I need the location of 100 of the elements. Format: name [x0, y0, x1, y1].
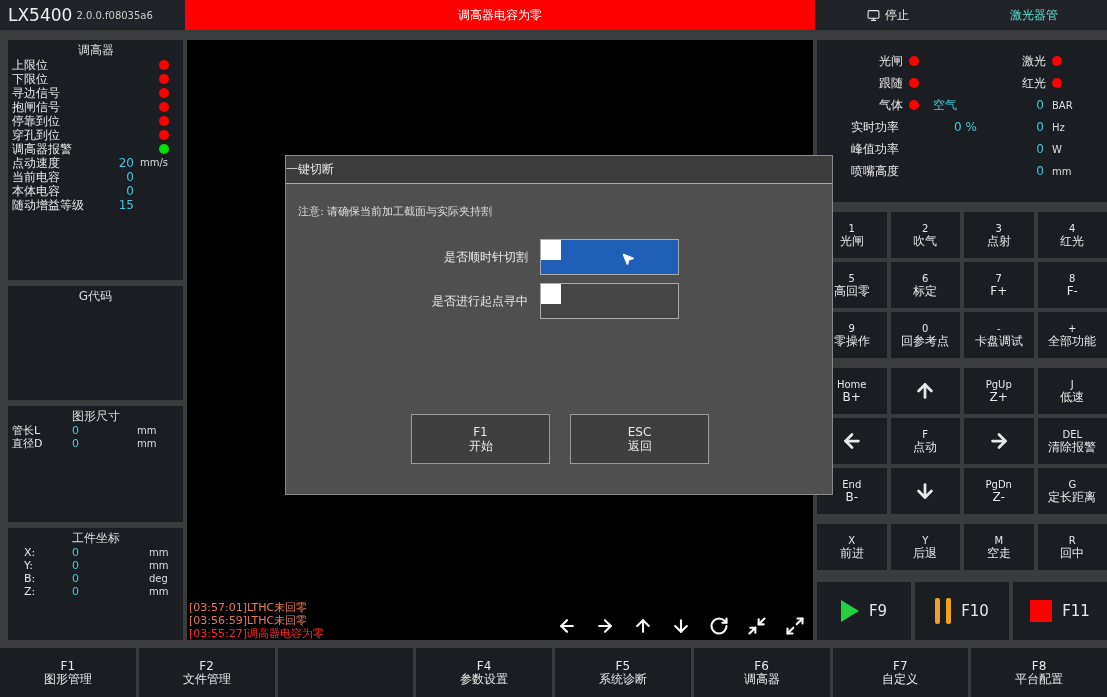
- arrow-key[interactable]: [890, 368, 960, 414]
- signal-label: 穿孔到位: [12, 128, 60, 142]
- reading-value: 0: [1035, 164, 1045, 178]
- gas-medium: 空气: [933, 96, 957, 114]
- size-label: 直径D: [12, 437, 44, 450]
- toggle-switch[interactable]: [540, 239, 679, 275]
- rotate-icon[interactable]: [709, 616, 729, 636]
- stop-button[interactable]: F11: [1013, 582, 1107, 640]
- function-button[interactable]: F5 系统诊断: [555, 648, 691, 697]
- keypad-key[interactable]: X 前进: [817, 524, 887, 570]
- size-value: 0: [72, 424, 80, 437]
- axis-label: Y:: [24, 559, 34, 572]
- function-button[interactable]: F7 自定义: [832, 648, 969, 697]
- axis-unit: deg: [149, 572, 169, 585]
- reading-label: 实时功率: [851, 118, 900, 136]
- reading-label: 峰值功率: [851, 140, 900, 158]
- keypad-key[interactable]: 7 F+: [964, 262, 1034, 308]
- param-label: 本体电容: [12, 184, 61, 198]
- lamp-label: 激光: [1021, 52, 1047, 70]
- size-unit: mm: [137, 437, 158, 450]
- size-label: 管长L: [12, 424, 42, 437]
- axis-value: 0: [72, 572, 80, 585]
- keypad-key[interactable]: Y 后退: [890, 524, 960, 570]
- zoom-in-icon[interactable]: [785, 616, 805, 636]
- size-value: 0: [72, 437, 80, 450]
- dialog-button[interactable]: ESC 返回: [570, 414, 709, 464]
- axis-value: 0: [72, 585, 80, 598]
- version-label: 2.0.0.f08035a6: [76, 9, 153, 21]
- play-icon: [840, 600, 859, 622]
- keypad-key[interactable]: M 空走: [964, 524, 1034, 570]
- panel-title: G代码: [77, 289, 114, 304]
- reading-value: 0: [1035, 120, 1045, 134]
- product-name: LX5400: [8, 5, 73, 25]
- pointer-icon: [621, 252, 635, 266]
- reading-percent: 0 %: [954, 120, 978, 134]
- signal-label: 停靠到位: [12, 114, 60, 128]
- keypad-key[interactable]: + 全部功能: [1037, 312, 1107, 358]
- arrow-key[interactable]: [964, 418, 1034, 464]
- stop-icon: [1030, 600, 1053, 622]
- keypad-key[interactable]: 0 回参考点: [890, 312, 960, 358]
- keypad-key[interactable]: F 点动: [890, 418, 960, 464]
- log-message: [03:55:27]调高器电容为零: [189, 627, 324, 640]
- function-button[interactable]: F6 调高器: [693, 648, 830, 697]
- function-button[interactable]: F4 参数设置: [416, 648, 552, 697]
- monitor-icon: [866, 8, 880, 22]
- right-arrow-icon[interactable]: [595, 616, 615, 636]
- lamp-label: 光闸: [878, 52, 904, 70]
- keypad-key[interactable]: 8 F-: [1037, 262, 1107, 308]
- keypad-key[interactable]: R 回中: [1037, 524, 1107, 570]
- function-button[interactable]: F1 图形管理: [0, 648, 136, 697]
- pause-icon: [935, 598, 952, 624]
- signal-label: 下限位: [12, 72, 48, 86]
- state-label: 停止: [884, 6, 909, 24]
- keypad-key[interactable]: 3 点射: [964, 212, 1034, 258]
- reading-unit: W: [1052, 143, 1063, 155]
- param-value: 0: [125, 184, 135, 198]
- reading-unit: Hz: [1052, 121, 1066, 133]
- signal-label: 抱闸信号: [12, 100, 60, 114]
- param-value: 15: [117, 198, 135, 212]
- panel-title: 图形尺寸: [70, 409, 121, 424]
- keypad-key[interactable]: PgUp Z+: [964, 368, 1034, 414]
- reading-label: 喷嘴高度: [851, 162, 900, 180]
- param-label: 点动速度: [12, 156, 61, 170]
- gas-unit: BAR: [1052, 99, 1074, 111]
- param-value: 20: [117, 156, 135, 170]
- axis-label: Z:: [24, 585, 37, 598]
- keypad-key[interactable]: J 低速: [1037, 368, 1107, 414]
- param-label: 当前电容: [12, 170, 61, 184]
- axis-label: X:: [24, 546, 37, 559]
- keypad-key[interactable]: 6 标定: [890, 262, 960, 308]
- option-label: 是否顺时针切割: [443, 248, 529, 266]
- pause-button[interactable]: F10: [915, 582, 1009, 640]
- arrow-key[interactable]: [890, 468, 960, 514]
- keypad-key[interactable]: - 卡盘调试: [964, 312, 1034, 358]
- keypad-key[interactable]: PgDn Z-: [964, 468, 1034, 514]
- option-label: 是否进行起点寻中: [431, 292, 529, 310]
- notice-text: 注意: 请确保当前加工截面与实际夹持割: [298, 204, 494, 219]
- function-button[interactable]: F8 平台配置: [971, 648, 1107, 697]
- play-button[interactable]: F9: [817, 582, 911, 640]
- dialog-button[interactable]: F1 开始: [411, 414, 550, 464]
- keypad-key[interactable]: 2 吹气: [890, 212, 960, 258]
- panel-title: 调高器: [76, 43, 115, 58]
- param-unit: mm/s: [140, 156, 170, 170]
- dialog-title: 一键切断: [286, 156, 832, 184]
- keypad-key[interactable]: DEL 清除报警: [1037, 418, 1107, 464]
- keypad-key[interactable]: 4 红光: [1037, 212, 1107, 258]
- function-button[interactable]: F2 文件管理: [138, 648, 275, 697]
- lamp-label: 红光: [1021, 74, 1047, 92]
- axis-unit: mm: [149, 585, 170, 598]
- log-message: [03:56:59]LTHC未回零: [189, 614, 309, 627]
- axis-unit: mm: [149, 546, 170, 559]
- down-arrow-icon[interactable]: [671, 616, 691, 636]
- zoom-out-icon[interactable]: [747, 616, 767, 636]
- keypad-key[interactable]: G 定长距离: [1037, 468, 1107, 514]
- param-value: 0: [125, 170, 135, 184]
- gas-label: 气体: [878, 96, 904, 114]
- axis-label: B:: [24, 572, 37, 585]
- size-unit: mm: [137, 424, 158, 437]
- toggle-switch[interactable]: [540, 283, 679, 319]
- log-message: [03:57:01]LTHC未回零: [189, 601, 309, 614]
